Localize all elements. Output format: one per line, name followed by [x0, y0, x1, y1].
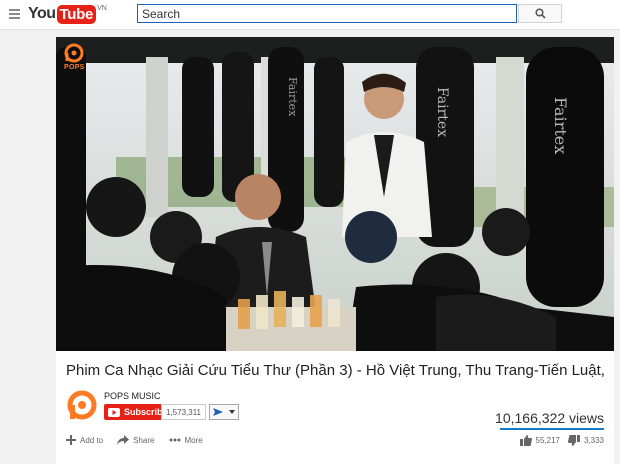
- view-count: 10,166,322 views: [495, 410, 604, 426]
- action-bar: Add to Share More: [66, 435, 217, 445]
- add-to-button[interactable]: Add to: [66, 435, 103, 445]
- share-label: Share: [133, 435, 155, 445]
- youtube-play-icon: [108, 407, 120, 417]
- pops-logo: [64, 43, 84, 63]
- pops-watermark-text: POPS: [64, 64, 85, 71]
- more-label: More: [184, 435, 203, 445]
- search-box: [137, 4, 517, 23]
- youtube-logo[interactable]: You Tube VN: [28, 4, 107, 24]
- like-count: 55,217: [535, 436, 560, 445]
- subscriber-count: 1,573,311: [161, 404, 206, 420]
- search-input[interactable]: [138, 5, 516, 23]
- subscription-arrow-icon: [213, 408, 223, 416]
- subscription-options-button[interactable]: [209, 404, 239, 420]
- logo-you-text: You: [28, 5, 56, 22]
- like-button[interactable]: 55,217: [519, 435, 560, 446]
- search-button[interactable]: [518, 4, 562, 23]
- add-to-label: Add to: [80, 435, 104, 445]
- masthead: You Tube VN: [0, 0, 620, 30]
- chevron-down-icon: [229, 410, 235, 414]
- share-arrow-icon: [117, 435, 130, 445]
- menu-icon[interactable]: [9, 9, 20, 19]
- rating-bar: 55,217 3,333: [512, 435, 604, 446]
- channel-name[interactable]: POPS MUSIC: [104, 391, 161, 401]
- video-info-panel: Phim Ca Nhạc Giải Cứu Tiểu Thư (Phần 3) …: [56, 351, 614, 464]
- svg-text:Fairtex: Fairtex: [286, 77, 299, 117]
- more-button[interactable]: More: [169, 436, 203, 445]
- logo-tube-text: Tube: [56, 4, 97, 24]
- svg-text:Fairtex: Fairtex: [551, 97, 570, 154]
- dislike-count: 3,333: [583, 436, 604, 445]
- logo-region-label: VN: [97, 5, 107, 12]
- thumbs-down-icon: [567, 435, 580, 446]
- more-dots-icon: [169, 438, 180, 442]
- channel-avatar[interactable]: [66, 389, 98, 421]
- dislike-button[interactable]: 3,333: [567, 435, 604, 446]
- video-title: Phim Ca Nhạc Giải Cứu Tiểu Thư (Phần 3) …: [66, 362, 606, 379]
- svg-text:Fairtex: Fairtex: [434, 87, 450, 137]
- video-player[interactable]: Fairtex Fairtex Fairtex POPS: [56, 37, 614, 351]
- share-button[interactable]: Share: [117, 435, 155, 445]
- video-frame: Fairtex Fairtex Fairtex: [56, 37, 614, 351]
- thumbs-up-icon: [519, 435, 532, 446]
- like-ratio-bar: [500, 428, 604, 430]
- plus-icon: [66, 435, 76, 445]
- search-icon: [534, 8, 546, 19]
- pops-watermark: POPS: [64, 43, 85, 71]
